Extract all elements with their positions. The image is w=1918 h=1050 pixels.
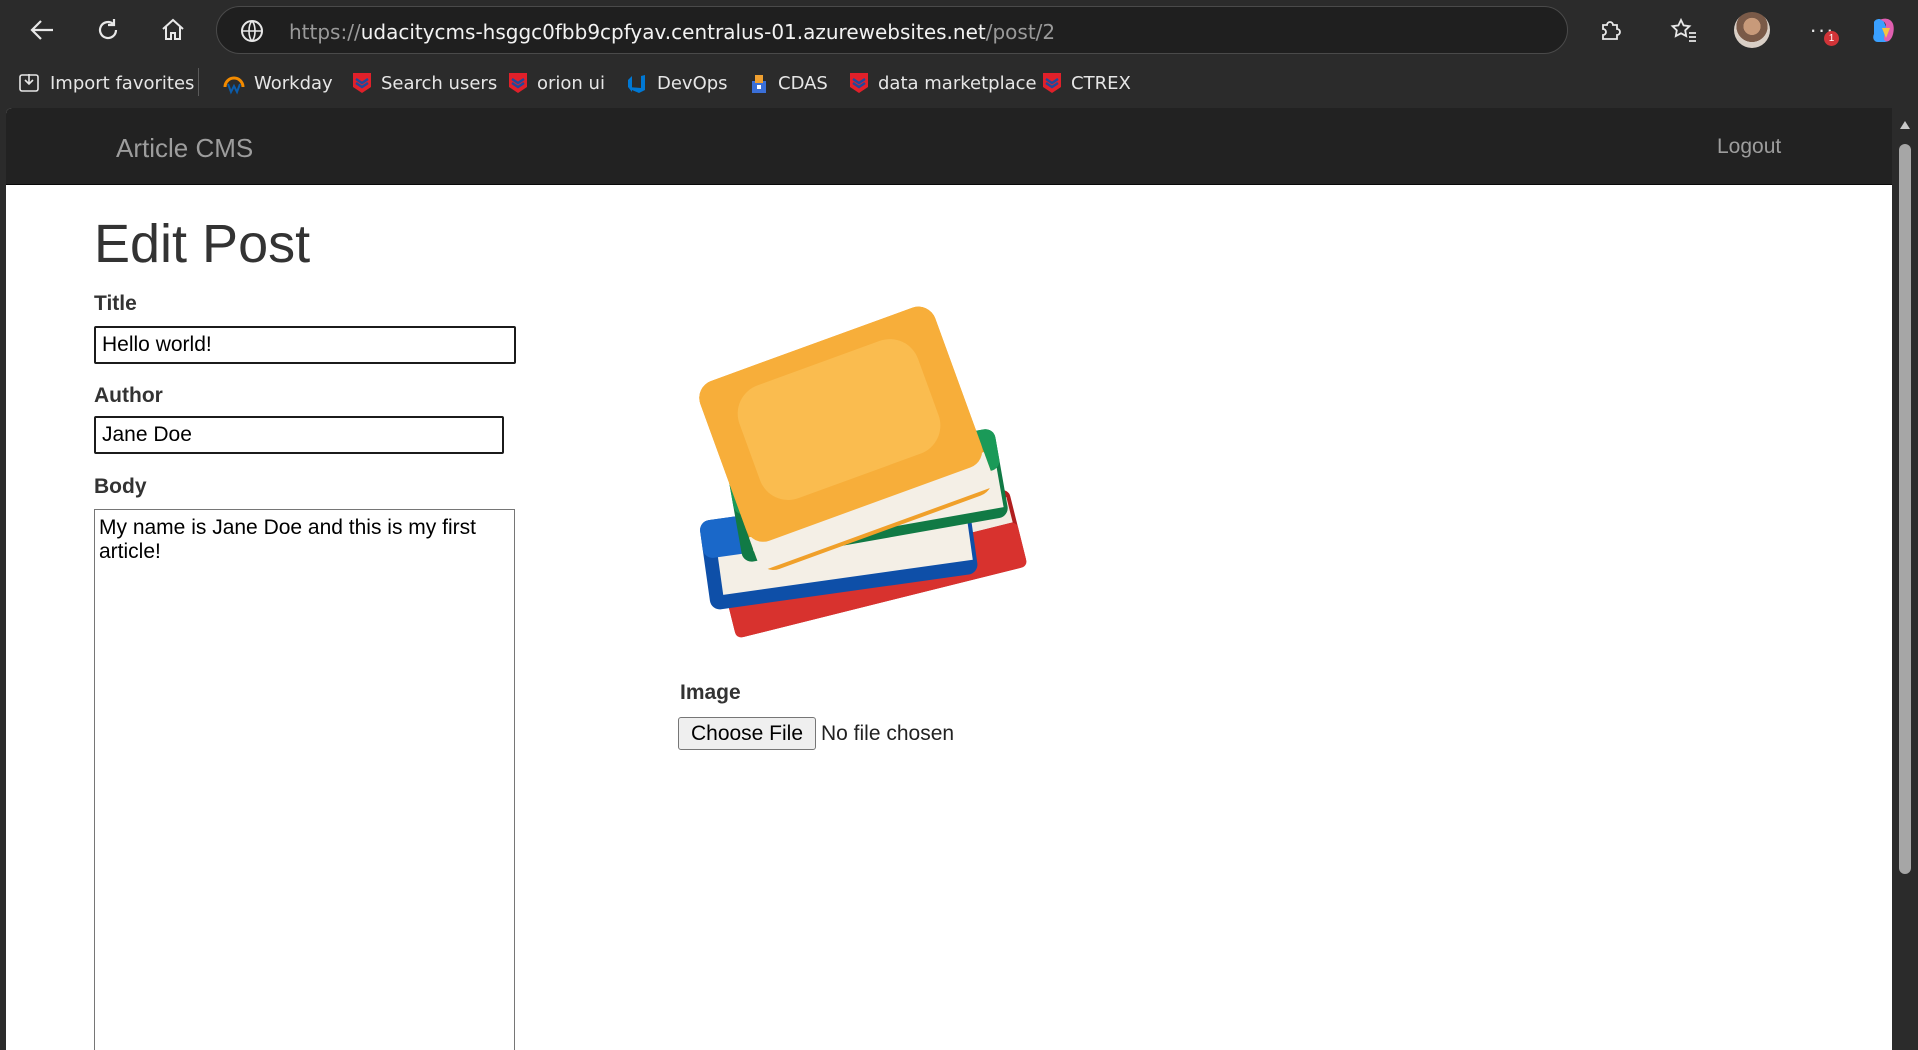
bookmark-label: CTREX [1071, 72, 1131, 94]
file-status-text: No file chosen [821, 722, 955, 745]
author-input[interactable]: Jane Doe [94, 416, 504, 454]
chevron-logo-icon [850, 73, 868, 93]
home-icon [162, 18, 184, 40]
post-image-books [699, 306, 1027, 638]
scroll-thumb[interactable] [1899, 144, 1911, 874]
body-label: Body [94, 475, 147, 498]
site-info-icon [241, 20, 263, 42]
star-list-icon [1670, 17, 1696, 42]
page-title: Edit Post [94, 214, 311, 274]
bookmark-devops[interactable]: DevOps [625, 70, 728, 96]
body-textarea[interactable]: My name is Jane Doe and this is my first… [94, 509, 515, 1050]
extensions-button[interactable] [1591, 10, 1631, 50]
bookmark-data-marketplace[interactable]: data marketplace [848, 70, 1037, 96]
bookmark-label: Search users [381, 72, 498, 94]
bookmark-label: DevOps [657, 72, 728, 94]
settings-more-button[interactable]: ··· 1 [1802, 10, 1842, 50]
bookmark-label: Import favorites [50, 72, 195, 94]
bookmark-label: Workday [254, 72, 333, 94]
copilot-button[interactable] [1864, 10, 1904, 50]
choose-file-button[interactable]: Choose File [678, 717, 816, 750]
bookmark-workday[interactable]: Workday [222, 70, 333, 96]
cdas-icon [752, 75, 766, 93]
back-button[interactable] [22, 10, 62, 50]
title-label: Title [94, 292, 137, 315]
author-label: Author [94, 384, 163, 407]
title-input[interactable]: Hello world! [94, 326, 516, 364]
url-text: https://udacitycms-hsggc0fbb9cpfyav.cent… [289, 20, 1056, 44]
browser-toolbar: https://udacitycms-hsggc0fbb9cpfyav.cent… [0, 0, 1918, 60]
puzzle-icon [1602, 21, 1621, 40]
favorites-button[interactable] [1664, 10, 1704, 50]
copilot-icon [1873, 18, 1894, 42]
bookmark-ctrex[interactable]: CTREX [1041, 70, 1131, 96]
app-navbar: Article CMS Logout [6, 108, 1892, 185]
page-scrollbar[interactable] [1892, 108, 1918, 1050]
chevron-logo-icon [509, 73, 527, 93]
refresh-icon [98, 19, 118, 40]
home-button[interactable] [153, 10, 193, 50]
import-icon [19, 74, 39, 92]
bookmark-search-users[interactable]: Search users [351, 70, 497, 96]
notification-badge: 1 [1824, 31, 1839, 46]
bookmark-label: CDAS [778, 72, 828, 94]
brand-link[interactable]: Article CMS [116, 133, 253, 164]
bookmark-import-favorites[interactable]: Import favorites [18, 70, 194, 96]
bookmark-cdas[interactable]: CDAS [748, 70, 828, 96]
workday-icon [223, 76, 245, 95]
scroll-up-icon [1900, 121, 1910, 129]
bookmark-label: data marketplace [878, 72, 1037, 94]
profile-button[interactable] [1732, 10, 1772, 50]
address-bar[interactable]: https://udacitycms-hsggc0fbb9cpfyav.cent… [216, 6, 1568, 54]
bookmark-label: orion ui [537, 72, 605, 94]
page-viewport: Article CMS Logout Edit Post Title Hello… [6, 108, 1892, 1050]
logout-link[interactable]: Logout [1717, 135, 1781, 159]
devops-icon [628, 75, 645, 93]
back-arrow-icon [30, 20, 53, 40]
avatar [1734, 12, 1770, 48]
chevron-logo-icon [353, 73, 371, 93]
bookmarks-divider [198, 68, 199, 96]
refresh-button[interactable] [88, 10, 128, 50]
bookmarks-bar: Import favorites Workday Search users or… [0, 62, 1918, 104]
chevron-logo-icon [1043, 73, 1061, 93]
bookmark-orion-ui[interactable]: orion ui [507, 70, 605, 96]
image-label: Image [680, 681, 741, 704]
